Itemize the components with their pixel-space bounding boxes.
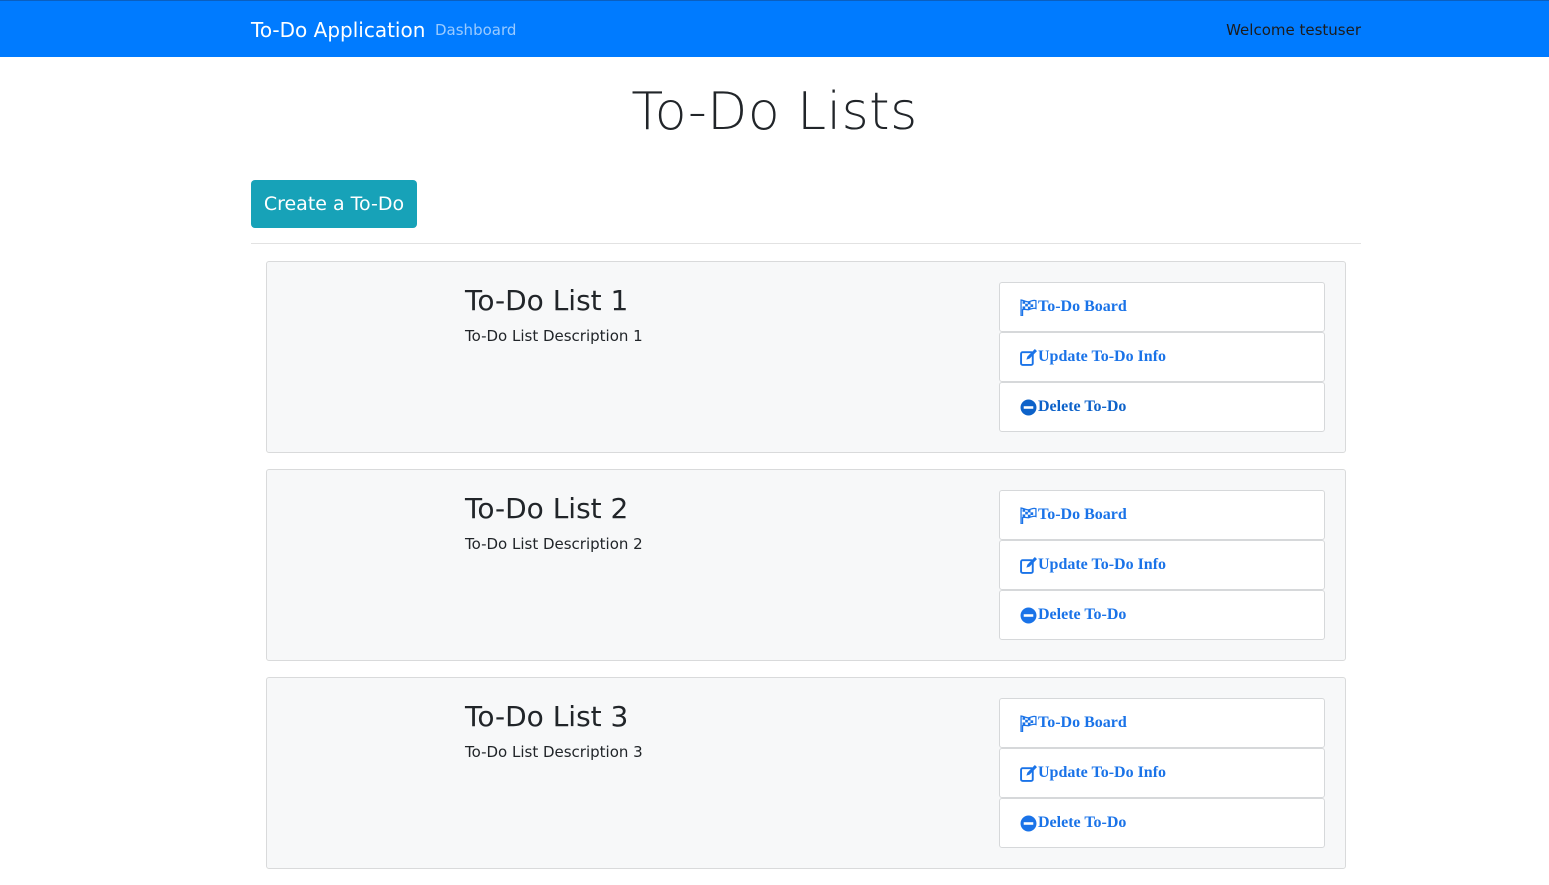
- page-title: To-Do Lists: [631, 82, 918, 142]
- delete-todo-button[interactable]: Delete To-Do: [999, 382, 1325, 432]
- card-description: To-Do List Description 1: [465, 327, 643, 345]
- minus-circle-icon: [1020, 607, 1037, 624]
- edit-icon: [1020, 764, 1037, 782]
- minus-circle-icon: [1020, 399, 1037, 416]
- todo-list-card: To-Do List 1 To-Do List Description 1 To…: [266, 261, 1346, 453]
- update-todo-label: Update To-Do Info: [1038, 764, 1167, 781]
- edit-icon: [1020, 348, 1037, 366]
- delete-todo-label: Delete To-Do: [1038, 398, 1127, 415]
- card-actions: To-Do Board Update To-Do Info Delete To-…: [999, 490, 1325, 640]
- delete-todo-button[interactable]: Delete To-Do: [999, 590, 1325, 640]
- delete-todo-label: Delete To-Do: [1038, 814, 1127, 831]
- todo-board-label: To-Do Board: [1038, 298, 1127, 315]
- edit-icon: [1020, 556, 1037, 574]
- update-todo-label: Update To-Do Info: [1038, 556, 1167, 573]
- todo-board-button[interactable]: To-Do Board: [999, 282, 1325, 332]
- card-actions: To-Do Board Update To-Do Info Delete To-…: [999, 698, 1325, 848]
- update-todo-button[interactable]: Update To-Do Info: [999, 748, 1325, 798]
- welcome-text: Welcome testuser: [1226, 21, 1361, 39]
- create-todo-button[interactable]: Create a To-Do: [251, 180, 417, 228]
- card-actions: To-Do Board Update To-Do Info Delete To-…: [999, 282, 1325, 432]
- todo-board-label: To-Do Board: [1038, 506, 1127, 523]
- update-todo-button[interactable]: Update To-Do Info: [999, 332, 1325, 382]
- minus-circle-icon: [1020, 815, 1037, 832]
- todo-list-card: To-Do List 2 To-Do List Description 2 To…: [266, 469, 1346, 661]
- checkered-flag-icon: [1020, 714, 1037, 732]
- card-title: To-Do List 2: [465, 492, 629, 525]
- delete-todo-label: Delete To-Do: [1038, 606, 1127, 623]
- todo-list-card: To-Do List 3 To-Do List Description 3 To…: [266, 677, 1346, 869]
- checkered-flag-icon: [1020, 298, 1037, 316]
- update-todo-button[interactable]: Update To-Do Info: [999, 540, 1325, 590]
- card-title: To-Do List 3: [465, 700, 629, 733]
- navbar: To-Do Application Dashboard Welcome test…: [0, 0, 1549, 57]
- divider: [251, 243, 1361, 244]
- card-description: To-Do List Description 3: [465, 743, 643, 761]
- delete-todo-button[interactable]: Delete To-Do: [999, 798, 1325, 848]
- todo-board-button[interactable]: To-Do Board: [999, 698, 1325, 748]
- nav-link-dashboard[interactable]: Dashboard: [435, 21, 516, 39]
- brand-link[interactable]: To-Do Application: [251, 18, 425, 42]
- update-todo-label: Update To-Do Info: [1038, 348, 1167, 365]
- checkered-flag-icon: [1020, 506, 1037, 524]
- card-title: To-Do List 1: [465, 284, 629, 317]
- card-description: To-Do List Description 2: [465, 535, 643, 553]
- todo-board-label: To-Do Board: [1038, 714, 1127, 731]
- todo-board-button[interactable]: To-Do Board: [999, 490, 1325, 540]
